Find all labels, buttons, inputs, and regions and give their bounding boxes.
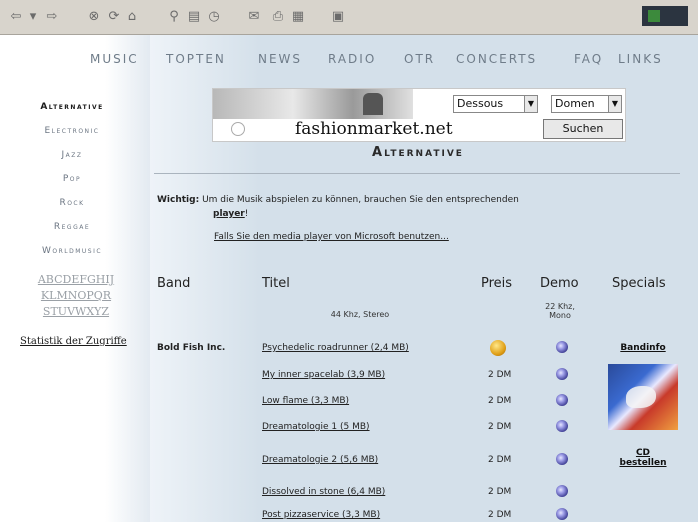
demo-play-icon[interactable] xyxy=(556,368,568,380)
nav-links[interactable]: LINKS xyxy=(618,52,663,66)
table-row: Low flame (3,3 MB) 2 DM xyxy=(0,394,698,416)
history-icon[interactable]: ◷ xyxy=(206,9,222,25)
track-title[interactable]: Dreamatologie 1 (5 MB) xyxy=(262,422,370,432)
genre-menu: Alternative Electronic Jazz Pop Rock Reg… xyxy=(12,100,132,268)
genre-worldmusic[interactable]: Worldmusic xyxy=(12,244,132,268)
track-title[interactable]: Psychedelic roadrunner (2,4 MB) xyxy=(262,343,409,353)
col-price: Preis xyxy=(481,276,513,291)
demo-play-icon[interactable] xyxy=(556,420,568,432)
col-specials: Specials xyxy=(612,276,666,291)
media-player-link[interactable]: Falls Sie den media player von Microsoft… xyxy=(214,232,449,242)
table-row: Dissolved in stone (6,4 MB) 2 DM xyxy=(0,485,698,507)
top-navigation: MUSIC TOPTEN NEWS RADIO OTR CONCERTS FAQ… xyxy=(90,52,680,68)
track-title[interactable]: Dreamatologie 2 (5,6 MB) xyxy=(262,455,378,465)
nav-faq[interactable]: FAQ xyxy=(574,52,603,66)
divider xyxy=(154,173,680,174)
alphabet-index: ABCDEFGHIJ KLMNOPQR STUVWXYZ xyxy=(26,272,126,320)
alphabet-row[interactable]: STUVWXYZ xyxy=(26,304,126,320)
track-price: 2 DM xyxy=(488,510,512,520)
home-icon[interactable]: ⌂ xyxy=(124,9,140,25)
page-title: Alternative xyxy=(372,145,464,160)
browser-toolbar: ⇦ ▾ ⇨ ⊗ ⟳ ⌂ ⚲ ▤ ◷ ✉ ⎙ ▦ ▣ xyxy=(0,0,698,35)
notice: Wichtig: Um die Musik abspielen zu könne… xyxy=(157,195,519,219)
discuss-icon[interactable]: ▣ xyxy=(330,9,346,25)
track-title[interactable]: Low flame (3,3 MB) xyxy=(262,396,349,406)
category-select[interactable]: Dessous ▼ xyxy=(453,95,538,113)
table-row: Post pizzaservice (3,3 MB) 2 DM xyxy=(0,508,698,530)
cd-cover-image[interactable] xyxy=(608,364,678,430)
back-dropdown-icon[interactable]: ▾ xyxy=(28,9,38,25)
demo-play-icon[interactable] xyxy=(556,341,568,353)
cd-order-link[interactable]: CD bestellen xyxy=(612,448,674,468)
banner-photo[interactable] xyxy=(213,89,413,119)
genre-pop[interactable]: Pop xyxy=(12,172,132,196)
player-link[interactable]: player xyxy=(213,209,245,219)
col-title: Titel xyxy=(262,276,290,291)
demo-play-icon[interactable] xyxy=(556,508,568,520)
ad-banner[interactable]: Dessous ▼ Domen ▼ fashionmarket.net Suchen xyxy=(212,88,626,142)
favorites-icon[interactable]: ▤ xyxy=(186,9,202,25)
search-icon[interactable]: ⚲ xyxy=(166,9,182,25)
genre-jazz[interactable]: Jazz xyxy=(12,148,132,172)
alphabet-row[interactable]: KLMNOPQR xyxy=(26,288,126,304)
back-arrow-icon[interactable]: ⇦ xyxy=(6,9,26,25)
chevron-down-icon[interactable]: ▼ xyxy=(524,96,537,112)
notice-text: Um die Musik abspielen zu können, brauch… xyxy=(202,195,519,205)
track-title[interactable]: My inner spacelab (3,9 MB) xyxy=(262,370,385,380)
track-price: 2 DM xyxy=(488,396,512,406)
notice-label: Wichtig: xyxy=(157,195,200,205)
nav-topten[interactable]: TOPTEN xyxy=(166,52,226,66)
nav-concerts[interactable]: CONCERTS xyxy=(456,52,537,66)
demo-play-icon[interactable] xyxy=(556,394,568,406)
print-icon[interactable]: ⎙ xyxy=(270,9,286,25)
table-row: Dreamatologie 1 (5 MB) 2 DM xyxy=(0,420,698,442)
table-row: My inner spacelab (3,9 MB) 2 DM xyxy=(0,368,698,390)
browser-logo-icon xyxy=(642,6,688,26)
col-demo: Demo xyxy=(540,276,579,291)
banner-search-button[interactable]: Suchen xyxy=(543,119,623,139)
track-price: 2 DM xyxy=(488,370,512,380)
track-price: 2 DM xyxy=(488,422,512,432)
col-band: Band xyxy=(157,276,191,291)
nav-otr[interactable]: OTR xyxy=(404,52,435,66)
genre-alternative[interactable]: Alternative xyxy=(12,100,132,124)
demo-format: 22 Khz, Mono xyxy=(545,302,575,320)
bandinfo-link[interactable]: Bandinfo xyxy=(612,343,674,353)
banner-seal-icon xyxy=(231,122,245,136)
nav-news[interactable]: NEWS xyxy=(258,52,302,66)
gender-select[interactable]: Domen ▼ xyxy=(551,95,622,113)
banner-site-name: fashionmarket.net xyxy=(295,119,453,139)
stop-icon[interactable]: ⊗ xyxy=(86,9,102,25)
track-title[interactable]: Post pizzaservice (3,3 MB) xyxy=(262,510,380,520)
forward-arrow-icon[interactable]: ⇨ xyxy=(42,9,62,25)
demo-play-icon[interactable] xyxy=(556,453,568,465)
mail-icon[interactable]: ✉ xyxy=(246,9,262,25)
nav-music[interactable]: MUSIC xyxy=(90,52,139,66)
genre-reggae[interactable]: Reggae xyxy=(12,220,132,244)
chevron-down-icon[interactable]: ▼ xyxy=(608,96,621,112)
track-title[interactable]: Dissolved in stone (6,4 MB) xyxy=(262,487,385,497)
genre-rock[interactable]: Rock xyxy=(12,196,132,220)
refresh-icon[interactable]: ⟳ xyxy=(106,9,122,25)
free-coin-icon xyxy=(490,340,506,356)
band-name: Bold Fish Inc. xyxy=(157,343,226,353)
track-price: 2 DM xyxy=(488,455,512,465)
demo-play-icon[interactable] xyxy=(556,485,568,497)
track-price: 2 DM xyxy=(488,487,512,497)
nav-radio[interactable]: RADIO xyxy=(328,52,376,66)
table-row: Dreamatologie 2 (5,6 MB) 2 DM xyxy=(0,453,698,475)
genre-electronic[interactable]: Electronic xyxy=(12,124,132,148)
edit-icon[interactable]: ▦ xyxy=(290,9,306,25)
table-row: Bold Fish Inc. Psychedelic roadrunner (2… xyxy=(0,340,698,363)
title-format: 44 Khz, Stereo xyxy=(330,310,390,319)
alphabet-row[interactable]: ABCDEFGHIJ xyxy=(26,272,126,288)
